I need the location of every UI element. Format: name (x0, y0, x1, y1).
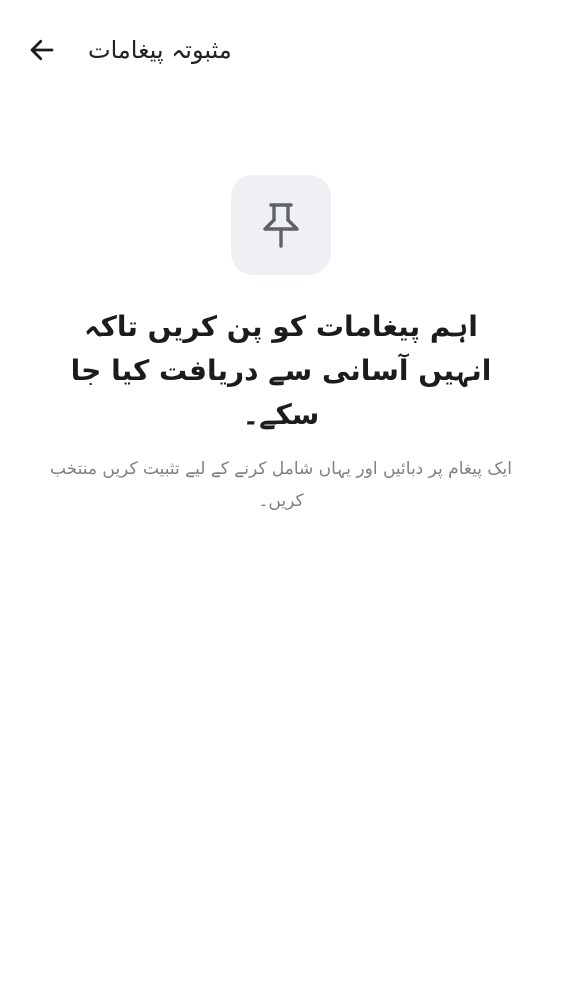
arrow-left-icon (30, 39, 54, 61)
empty-state-description: ایک پیغام پر دبائیں اور یہاں شامل کرنے ک… (49, 459, 513, 511)
top-app-bar: مثبوتہ پیغامات (0, 0, 562, 96)
back-button[interactable] (20, 28, 64, 72)
empty-state-heading: اہم پیغامات کو پن کریں تاکہ انہیں آسانی … (70, 310, 492, 431)
pin-icon (263, 203, 299, 248)
empty-state: اہم پیغامات کو پن کریں تاکہ انہیں آسانی … (0, 175, 562, 517)
pin-icon-tile (231, 175, 331, 275)
page-title: مثبوتہ پیغامات (88, 36, 232, 64)
